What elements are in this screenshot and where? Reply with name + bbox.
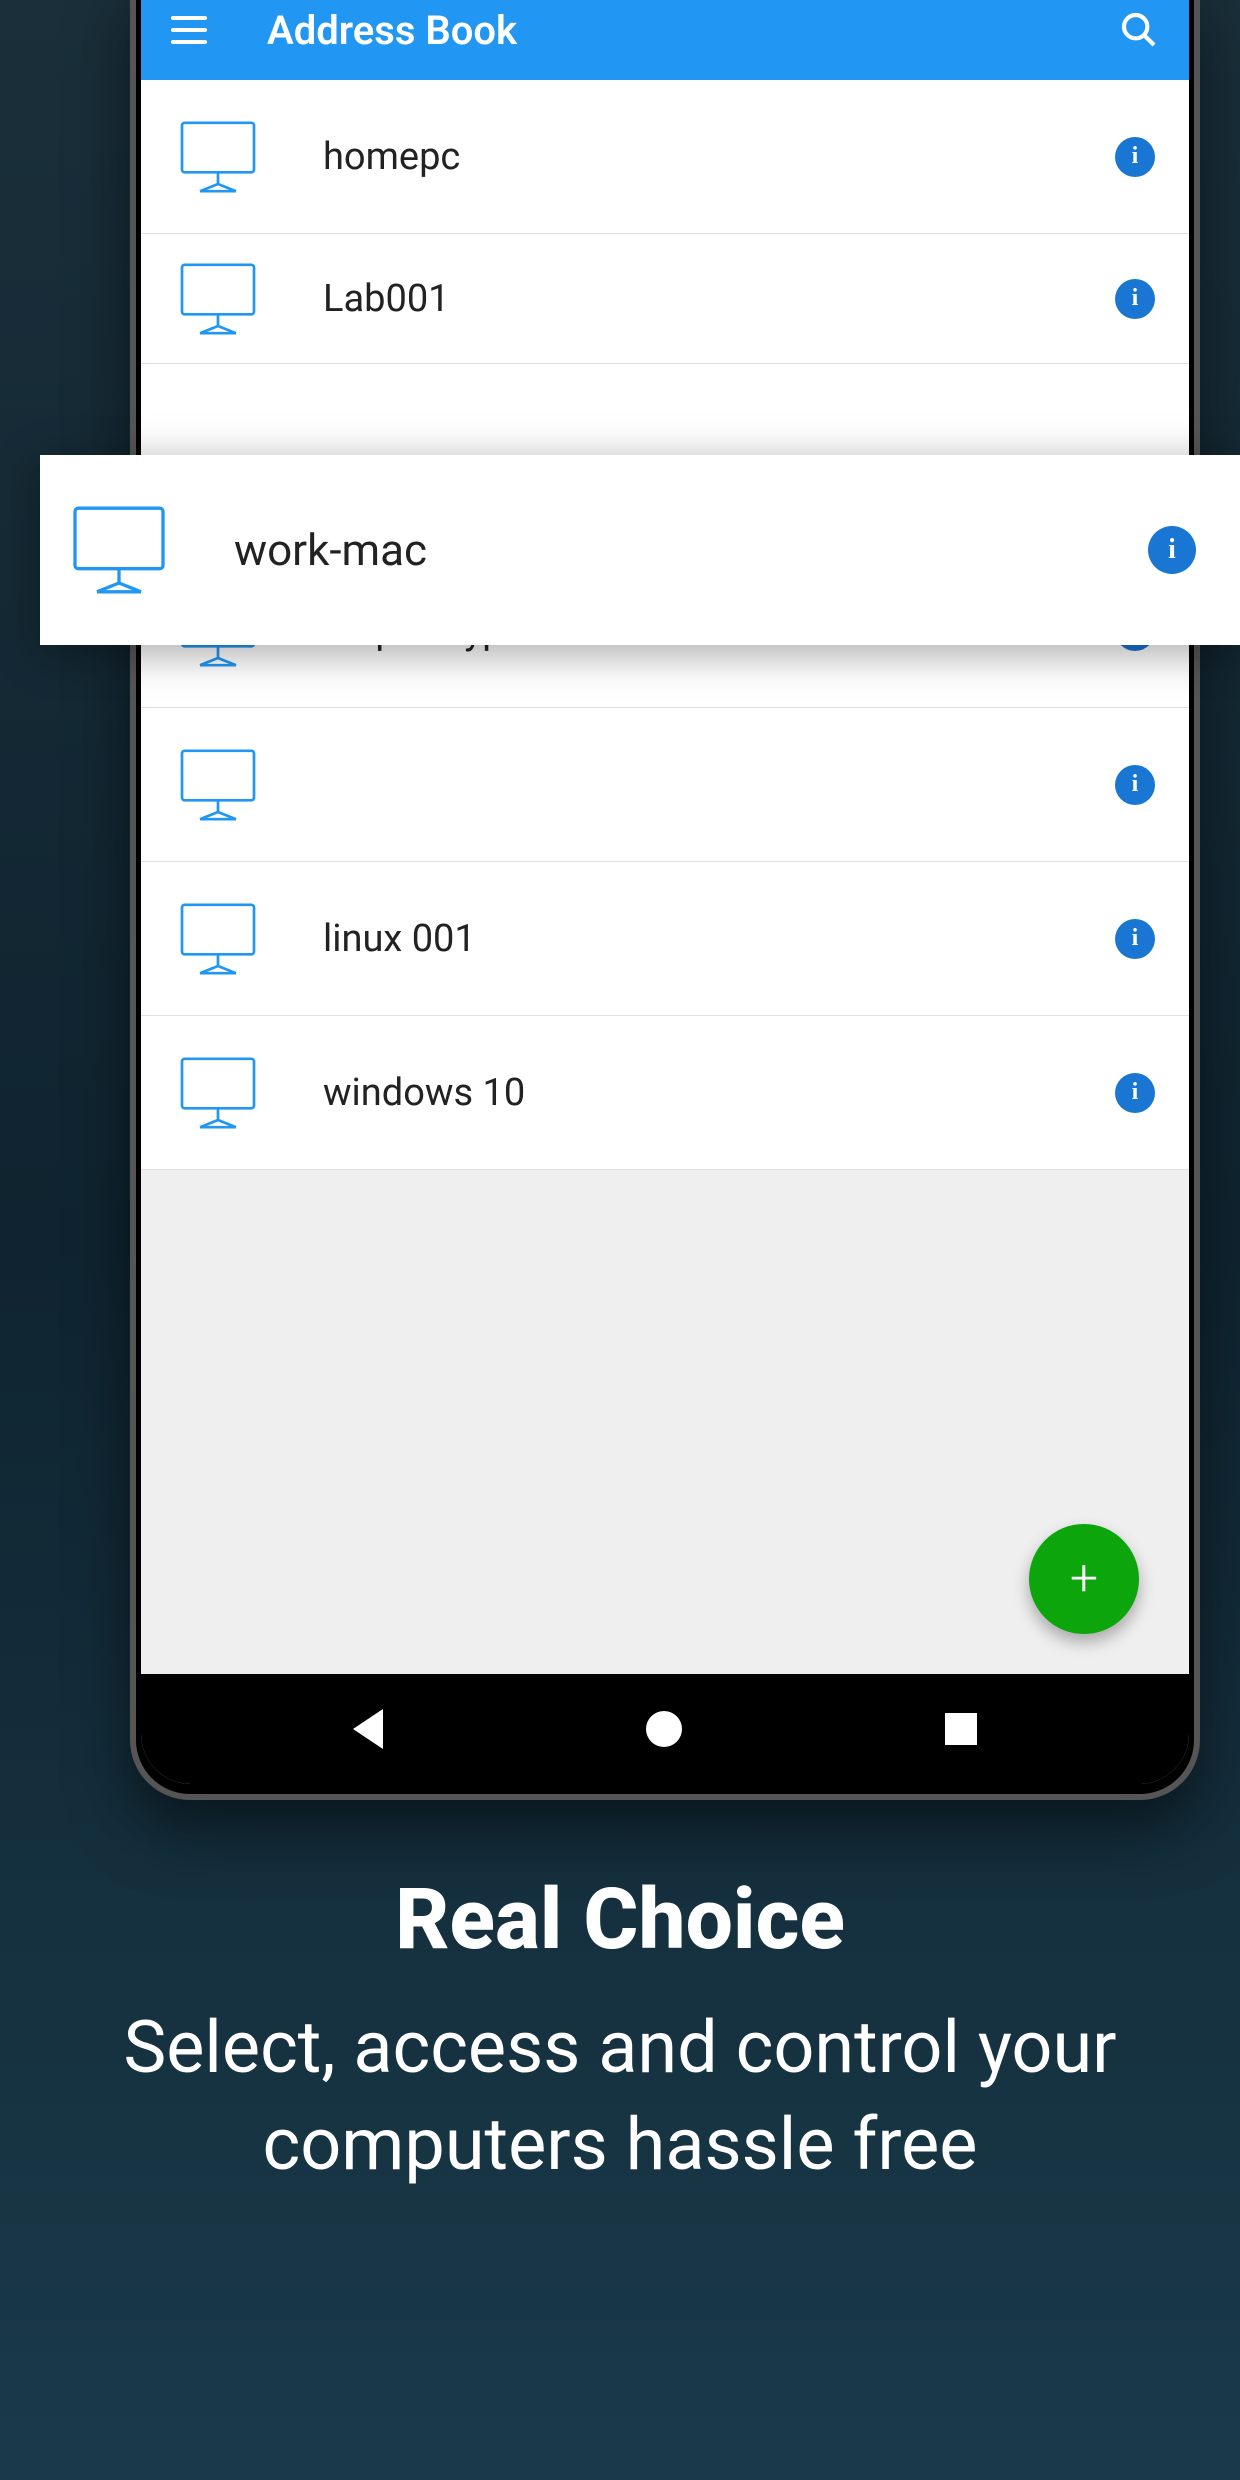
computer-icon [173,112,263,202]
info-icon[interactable]: i [1115,1073,1155,1113]
item-label: linux 001 [323,917,1115,961]
nav-home-icon[interactable] [646,1711,682,1747]
promo-subtitle: Select, access and control your computer… [50,1999,1190,2193]
item-label: Lab001 [323,277,1115,321]
android-navbar [141,1674,1189,1784]
page-title: Address Book [267,7,1119,54]
promo-title: Real Choice [50,1870,1190,1969]
list-item[interactable]: Lab001 i [141,234,1189,364]
screen: Address Book homepc i [141,0,1189,1784]
list-item[interactable]: windows 10 i [141,1016,1189,1170]
computer-icon [173,1048,263,1138]
highlighted-row: work-mac i [40,455,1240,645]
list-item[interactable]: linux 001 i [141,862,1189,1016]
appbar: Address Book [141,0,1189,80]
list-item[interactable]: homepc i [141,80,1189,234]
info-icon[interactable]: i [1148,526,1196,574]
item-label: work-mac [234,524,1148,576]
add-button[interactable]: + [1029,1524,1139,1634]
info-icon[interactable]: i [1115,279,1155,319]
plus-icon: + [1070,1554,1098,1604]
search-icon[interactable] [1119,10,1159,50]
list-item[interactable]: work-mac i [40,455,1240,645]
nav-recent-icon[interactable] [945,1713,977,1745]
phone-frame: Address Book homepc i [130,0,1200,1800]
list-item[interactable]: i [141,708,1189,862]
promo-text: Real Choice Select, access and control y… [0,1870,1240,2193]
computer-icon [64,495,174,605]
info-icon[interactable]: i [1115,765,1155,805]
computer-icon [173,894,263,984]
info-icon[interactable]: i [1115,137,1155,177]
menu-icon[interactable] [171,16,207,44]
computer-icon [173,254,263,344]
info-icon[interactable]: i [1115,919,1155,959]
item-label: windows 10 [323,1071,1115,1115]
nav-back-icon[interactable] [353,1709,383,1749]
computer-icon [173,740,263,830]
item-label: homepc [323,135,1115,179]
